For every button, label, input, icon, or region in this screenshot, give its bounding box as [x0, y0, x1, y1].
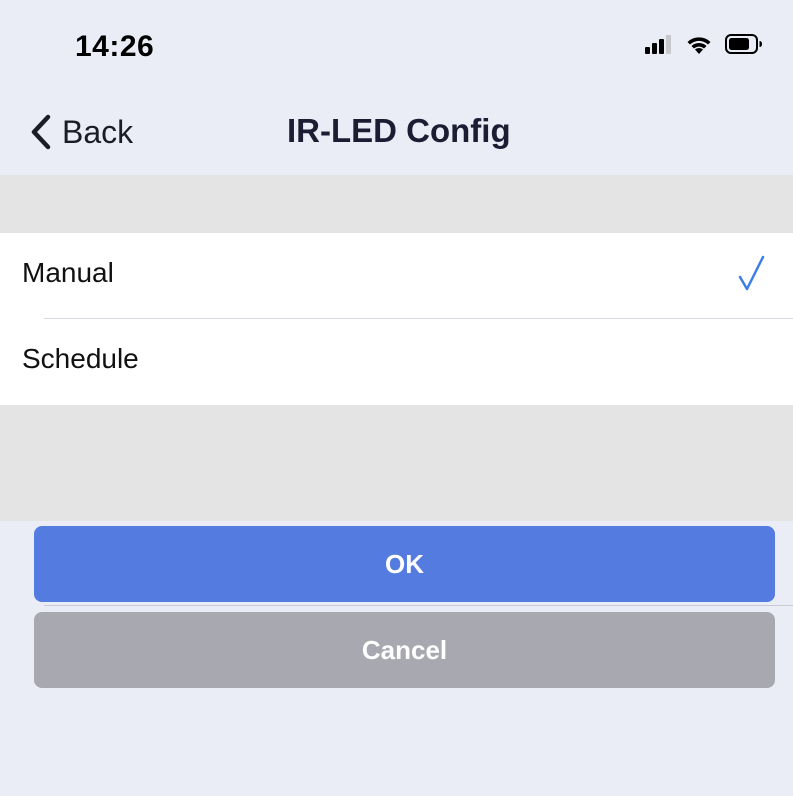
battery-icon: [725, 34, 762, 54]
ok-button[interactable]: OK: [34, 526, 775, 602]
option-row-manual[interactable]: Manual: [0, 233, 793, 319]
wifi-icon: [687, 37, 711, 54]
cancel-button[interactable]: Cancel: [34, 612, 775, 688]
page-title: IR-LED Config: [287, 112, 511, 149]
status-bar: 14:26: [0, 0, 793, 92]
list-divider: [44, 318, 793, 319]
mode-options-list: Manual Schedule: [0, 233, 793, 405]
back-button[interactable]: Back: [30, 110, 133, 154]
option-label-manual: Manual: [22, 257, 114, 288]
button-divider: [44, 605, 793, 606]
option-label-schedule: Schedule: [22, 343, 139, 374]
option-row-schedule[interactable]: Schedule: [0, 319, 793, 405]
chevron-left-icon: [31, 114, 51, 150]
signal-icon: [645, 35, 671, 54]
section-footer-spacer: [0, 405, 793, 521]
section-header-spacer: [0, 175, 793, 233]
navigation-bar: Back IR-LED Config: [0, 92, 793, 175]
ir-led-config-screen: 14:26 Back IR-LED Config Manual Schedule…: [0, 0, 793, 796]
status-time: 14:26: [75, 30, 155, 63]
checkmark-icon: [738, 255, 765, 291]
status-icons: [645, 32, 763, 56]
back-label: Back: [62, 113, 134, 150]
